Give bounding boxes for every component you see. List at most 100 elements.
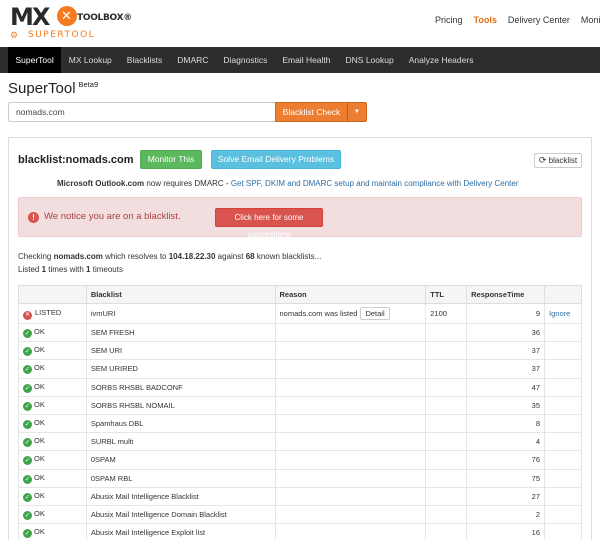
checkmark-icon: ✓ [23, 347, 32, 357]
tab-diagnostics[interactable]: Diagnostics [216, 47, 275, 73]
delivery-center-link[interactable]: Get SPF, DKIM and DMARC setup and mainta… [231, 179, 519, 188]
ttl-cell [425, 468, 468, 488]
table-row: ✓ OK Abusix Mail Intelligence Exploit list… [18, 523, 582, 540]
page-title-text: SuperTool [8, 80, 76, 97]
action-cell [544, 468, 582, 488]
status-cell: ✓ OK [18, 432, 87, 452]
checkmark-icon: ✓ [23, 456, 32, 466]
action-cell [544, 432, 582, 452]
reason-cell [274, 523, 427, 540]
table-row: ✓ OK SEM FRESH 36 [18, 322, 582, 343]
detail-button[interactable]: Detail [360, 307, 390, 320]
tab-dmarc[interactable]: DMARC [170, 47, 216, 73]
status-cell: ✓ OK [18, 395, 87, 415]
status-cell: ✓ OK [18, 504, 87, 525]
action-cell [544, 377, 582, 397]
search-input[interactable] [8, 102, 276, 122]
response-time-cell: 36 [466, 322, 546, 343]
logo-supertool: SUPERTOOL [28, 30, 96, 40]
reason-cell [274, 377, 427, 397]
topnav-pricing[interactable]: Pricing [435, 15, 463, 25]
tab-supertool[interactable]: SuperTool [8, 47, 62, 73]
blacklist-name-cell: Abusix Mail Intelligence Blacklist [85, 486, 276, 506]
tab-blacklists[interactable]: Blacklists [119, 47, 169, 73]
status-text: OK [34, 436, 45, 446]
status-text: OK [34, 527, 45, 537]
status-text: OK [34, 327, 45, 337]
table-row: ✓ OK SORBS RHSBL BADCONF 47 [18, 377, 582, 397]
blacklist-name-cell: 0SPAM RBL [85, 468, 276, 488]
ttl-cell [425, 432, 468, 452]
status-cell: ✕ LISTED [18, 303, 87, 324]
tab-mx-lookup[interactable]: MX Lookup [61, 47, 119, 73]
topnav-delivery-center[interactable]: Delivery Center [508, 15, 570, 25]
main-nav: SuperTool MX Lookup Blacklists DMARC Diagnos… [0, 47, 600, 73]
status-text: OK [34, 363, 45, 373]
blacklist-check-button[interactable]: Blacklist Check [275, 102, 348, 122]
tab-email-health[interactable]: Email Health [275, 47, 338, 73]
table-header-row: Blacklist Reason TTL ResponseTime [18, 285, 582, 304]
ignore-link[interactable]: Ignore [549, 309, 570, 318]
action-cell [544, 359, 582, 379]
monitor-this-button[interactable]: Monitor This [140, 150, 202, 169]
blacklist-name-cell: ivmURI [85, 303, 276, 324]
action-cell [544, 504, 582, 525]
topnav-monitoring[interactable]: Monitoring [581, 15, 600, 25]
tab-dns-lookup[interactable]: DNS Lookup [338, 47, 401, 73]
blacklist-table: Blacklist Reason TTL ResponseTime ✕ LISTE… [18, 285, 582, 540]
tab-analyze-headers[interactable]: Analyze Headers [401, 47, 481, 73]
check-line: Checking nomads.com which resolves to 10… [18, 252, 322, 261]
table-row: ✓ OK SEM URIRED 37 [18, 359, 582, 379]
suggestions-button[interactable]: Click here for some suggestions [215, 208, 323, 239]
ttl-cell [425, 523, 468, 540]
col-status-header [18, 285, 87, 304]
action-cell [544, 341, 582, 361]
response-time-cell: 47 [466, 377, 546, 397]
response-time-cell: 37 [466, 359, 546, 379]
mxtoolbox-logo[interactable]: MX TOOLBOX® ⚙ SUPERTOOL [10, 3, 132, 41]
checkmark-icon: ✓ [23, 474, 32, 484]
logo-toolbox: TOOLBOX® [77, 13, 132, 23]
chevron-down-icon[interactable]: ▼ [347, 102, 367, 122]
blacklist-button-label: blacklist [548, 156, 578, 165]
action-cell [544, 523, 582, 540]
response-time-cell: 2 [466, 504, 546, 525]
status-cell: ✓ OK [18, 523, 87, 540]
ttl-cell: 2100 [425, 303, 468, 324]
response-time-cell: 8 [466, 413, 546, 434]
ttl-cell [425, 413, 468, 434]
warning-icon: ! [28, 212, 39, 223]
status-text: OK [34, 381, 45, 391]
topnav-tools[interactable]: Tools [474, 15, 497, 25]
table-row: ✓ OK Abusix Mail Intelligence Blacklist 27 [18, 486, 582, 506]
listed-line: Listed 1 times with 1 timeouts [18, 265, 123, 274]
top-nav: Pricing Tools Delivery Center Monitoring [435, 15, 600, 25]
col-ttl-header: TTL [425, 285, 468, 304]
blacklist-name-cell: Abusix Mail Intelligence Exploit list [85, 523, 276, 540]
table-row: ✓ OK SURBL multi 4 [18, 432, 582, 452]
checkmark-icon: ✓ [23, 401, 32, 411]
action-cell [544, 413, 582, 434]
status-cell: ✓ OK [18, 322, 87, 343]
reason-cell [274, 486, 427, 506]
checkmark-icon: ✓ [23, 492, 32, 502]
blacklist-name-cell: SEM URIRED [85, 359, 276, 379]
response-time-cell: 35 [466, 395, 546, 415]
blacklist-name-cell: 0SPAM [85, 450, 276, 470]
reason-cell [274, 359, 427, 379]
ttl-cell [425, 395, 468, 415]
status-text: OK [34, 454, 45, 464]
reason-cell [274, 413, 427, 434]
status-text: OK [34, 399, 45, 409]
blacklist-name-cell: Abusix Mail Intelligence Domain Blacklis… [85, 504, 276, 525]
blacklist-refresh-button[interactable]: ⟳ blacklist [534, 153, 582, 168]
ttl-cell [425, 377, 468, 397]
reason-text: nomads.com was listed [279, 309, 358, 318]
table-row: ✓ OK Spamhaus DBL 8 [18, 413, 582, 434]
table-row: ✕ LISTED ivmURI nomads.com was listed Detail… [18, 303, 582, 324]
ttl-cell [425, 359, 468, 379]
status-text: OK [34, 418, 45, 428]
response-time-cell: 37 [466, 341, 546, 361]
solve-delivery-button[interactable]: Solve Email Delivery Problems [211, 150, 341, 169]
blacklist-alert: ! We notice you are on a blacklist. Clic… [18, 197, 582, 239]
